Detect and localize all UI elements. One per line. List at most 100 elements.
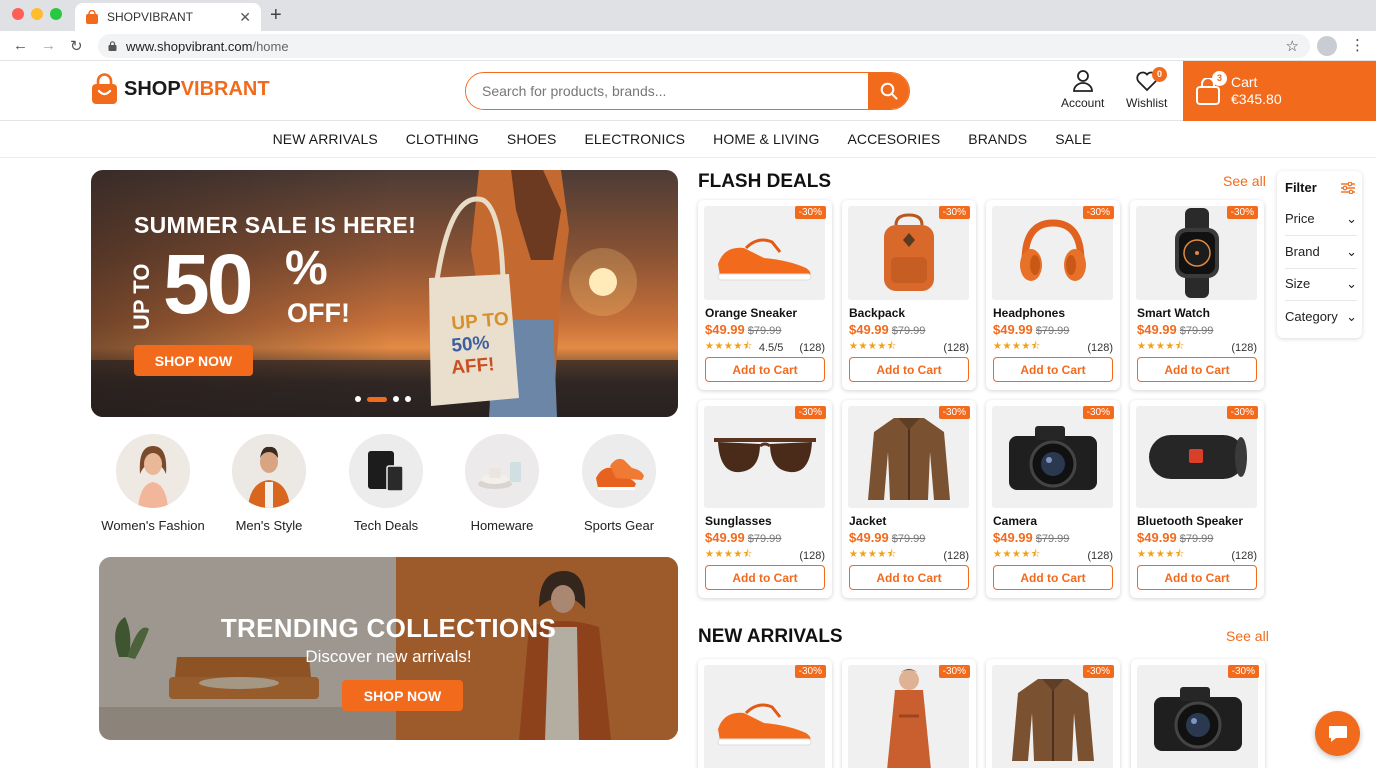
category-sports-gear[interactable]: Sports Gear xyxy=(559,434,679,533)
maximize-window-button[interactable] xyxy=(50,8,62,20)
add-to-cart-button[interactable]: Add to Cart xyxy=(849,357,969,382)
reload-icon[interactable]: ↻ xyxy=(70,37,83,55)
watch-image[interactable] xyxy=(1136,206,1257,300)
jacket-image[interactable] xyxy=(848,406,969,508)
site-logo[interactable]: SHOP VIBRANT xyxy=(91,73,270,105)
browser-menu-icon[interactable]: ⋮ xyxy=(1350,36,1365,54)
nav-brands[interactable]: BRANDS xyxy=(968,122,1027,157)
product-card[interactable]: -30% Bluetooth Speaker $49.99 $79.99 ★★★★⯪ (1… xyxy=(1130,400,1264,598)
back-icon[interactable]: ← xyxy=(13,37,28,54)
backpack-image[interactable] xyxy=(848,206,969,300)
speaker-image[interactable] xyxy=(1136,406,1257,508)
close-window-button[interactable] xyxy=(12,8,24,20)
filter-category[interactable]: Category ⌄ xyxy=(1285,309,1357,333)
product-card[interactable]: -30% Smart Watch $49.99 $79.99 ★★★★⯪ (128) Add… xyxy=(1130,200,1264,390)
review-count: (128) xyxy=(1087,341,1113,354)
add-to-cart-button[interactable]: Add to Cart xyxy=(705,357,825,382)
product-old-price: $79.99 xyxy=(891,325,926,337)
nav-sale[interactable]: SALE xyxy=(1055,122,1091,157)
product-name[interactable]: Camera xyxy=(993,514,1037,528)
carousel-dot-active[interactable] xyxy=(367,396,387,402)
category-tech-deals[interactable]: Tech Deals xyxy=(326,434,446,533)
nav-clothing[interactable]: CLOTHING xyxy=(406,122,479,157)
product-name[interactable]: Smart Watch xyxy=(1137,306,1210,320)
product-card[interactable]: -30% Backpack $49.99 $79.99 ★★★★⯪ (128) Add to… xyxy=(842,200,976,390)
nav-accesories[interactable]: ACCESORIES xyxy=(847,122,940,157)
new-arrival-card[interactable]: -30% xyxy=(842,659,976,768)
dress-image[interactable] xyxy=(848,665,969,768)
carousel-dot[interactable] xyxy=(393,396,399,402)
new-arrival-card[interactable]: -30% xyxy=(1131,659,1265,768)
cart-total: €345.80 xyxy=(1231,91,1282,107)
filter-panel: Filter Price ⌄ Brand ⌄ Size ⌄ Category ⌄ xyxy=(1277,171,1362,338)
carousel-dot[interactable] xyxy=(355,396,361,402)
hero-shop-now-button[interactable]: SHOP NOW xyxy=(134,345,253,376)
url-field[interactable]: www.shopvibrant.com/home ☆ xyxy=(98,34,1310,58)
minimize-window-button[interactable] xyxy=(31,8,43,20)
hero-off: OFF! xyxy=(287,298,350,328)
trending-collections-banner[interactable]: TRENDING COLLECTIONS Discover new arriva… xyxy=(99,557,678,740)
headphones-image[interactable] xyxy=(992,206,1113,300)
product-card[interactable]: -30% Headphones $49.99 $79.99 ★★★★⯪ (128) Add … xyxy=(986,200,1120,390)
nav-home-living[interactable]: HOME & LIVING xyxy=(713,122,819,157)
trending-shop-now-button[interactable]: SHOP NOW xyxy=(342,680,463,711)
product-card[interactable]: -30% Orange Sneaker $49.99 $79.99 ★★★★⯪ 4.5/5… xyxy=(698,200,832,390)
product-name[interactable]: Jacket xyxy=(849,514,886,528)
cart-button[interactable]: 3 Cart €345.80 xyxy=(1183,61,1376,121)
hero-banner[interactable]: UP TO 50% AFF! SUMMER SALE IS HERE! UP T… xyxy=(91,170,678,417)
filter-brand[interactable]: Brand ⌄ xyxy=(1285,244,1357,269)
category-homeware[interactable]: Homeware xyxy=(442,434,562,533)
filter-size[interactable]: Size ⌄ xyxy=(1285,276,1357,301)
carousel-dot[interactable] xyxy=(405,396,411,402)
browser-tab[interactable]: SHOPVIBRANT ✕ xyxy=(75,3,261,31)
product-price: $49.99 xyxy=(1137,322,1177,337)
add-to-cart-button[interactable]: Add to Cart xyxy=(993,565,1113,590)
product-card[interactable]: -30% Jacket $49.99 $79.99 ★★★★⯪ (128) Add to C… xyxy=(842,400,976,598)
product-name[interactable]: Orange Sneaker xyxy=(705,306,797,320)
star-rating-icon: ★★★★⯪ xyxy=(993,341,1041,352)
wishlist-label: Wishlist xyxy=(1126,96,1168,110)
add-to-cart-button[interactable]: Add to Cart xyxy=(993,357,1113,382)
category-mens-style[interactable]: Men's Style xyxy=(209,434,329,533)
new-arrival-card[interactable]: -30% xyxy=(698,659,832,768)
sneaker-image[interactable] xyxy=(704,206,825,300)
product-card[interactable]: -30% Sunglasses $49.99 $79.99 ★★★★⯪ (128) Add … xyxy=(698,400,832,598)
add-to-cart-button[interactable]: Add to Cart xyxy=(849,565,969,590)
product-name[interactable]: Sunglasses xyxy=(705,514,772,528)
sunglasses-image[interactable] xyxy=(704,406,825,508)
sneaker-image[interactable] xyxy=(704,665,825,768)
chat-button[interactable] xyxy=(1315,711,1360,756)
add-to-cart-button[interactable]: Add to Cart xyxy=(1137,357,1257,382)
product-price: $49.99 xyxy=(705,322,745,337)
search-input[interactable] xyxy=(466,73,868,109)
nav-shoes[interactable]: SHOES xyxy=(507,122,557,157)
account-button[interactable]: Account xyxy=(1061,69,1104,110)
bookmark-star-icon[interactable]: ☆ xyxy=(1286,37,1299,55)
category-label: Homeware xyxy=(470,518,534,533)
add-to-cart-button[interactable]: Add to Cart xyxy=(705,565,825,590)
add-to-cart-button[interactable]: Add to Cart xyxy=(1137,565,1257,590)
product-card[interactable]: -30% Camera $49.99 $79.99 ★★★★⯪ (128) Add to C… xyxy=(986,400,1120,598)
camera-image[interactable] xyxy=(992,406,1113,508)
jacket-image[interactable] xyxy=(992,665,1113,768)
product-name[interactable]: Backpack xyxy=(849,306,905,320)
flash-deals-see-all-link[interactable]: See all xyxy=(1223,173,1266,189)
cart-count-badge: 3 xyxy=(1212,71,1227,86)
filter-price[interactable]: Price ⌄ xyxy=(1285,211,1357,236)
sliders-icon[interactable] xyxy=(1341,182,1355,194)
new-tab-button[interactable]: + xyxy=(270,4,282,27)
window-controls xyxy=(12,8,62,20)
new-arrival-card[interactable]: -30% xyxy=(986,659,1120,768)
logo-text-shop: SHOP xyxy=(124,77,181,100)
search-button[interactable] xyxy=(868,73,909,109)
nav-new-arrivals[interactable]: NEW ARRIVALS xyxy=(273,122,378,157)
browser-profile-icon[interactable] xyxy=(1317,36,1337,56)
close-tab-icon[interactable]: ✕ xyxy=(239,9,251,26)
product-name[interactable]: Headphones xyxy=(993,306,1065,320)
nav-electronics[interactable]: ELECTRONICS xyxy=(584,122,685,157)
forward-icon[interactable]: → xyxy=(41,37,56,54)
new-arrivals-see-all-link[interactable]: See all xyxy=(1226,628,1269,644)
camera-image[interactable] xyxy=(1137,665,1258,768)
product-name[interactable]: Bluetooth Speaker xyxy=(1137,514,1243,528)
category-womens-fashion[interactable]: Women's Fashion xyxy=(93,434,213,533)
